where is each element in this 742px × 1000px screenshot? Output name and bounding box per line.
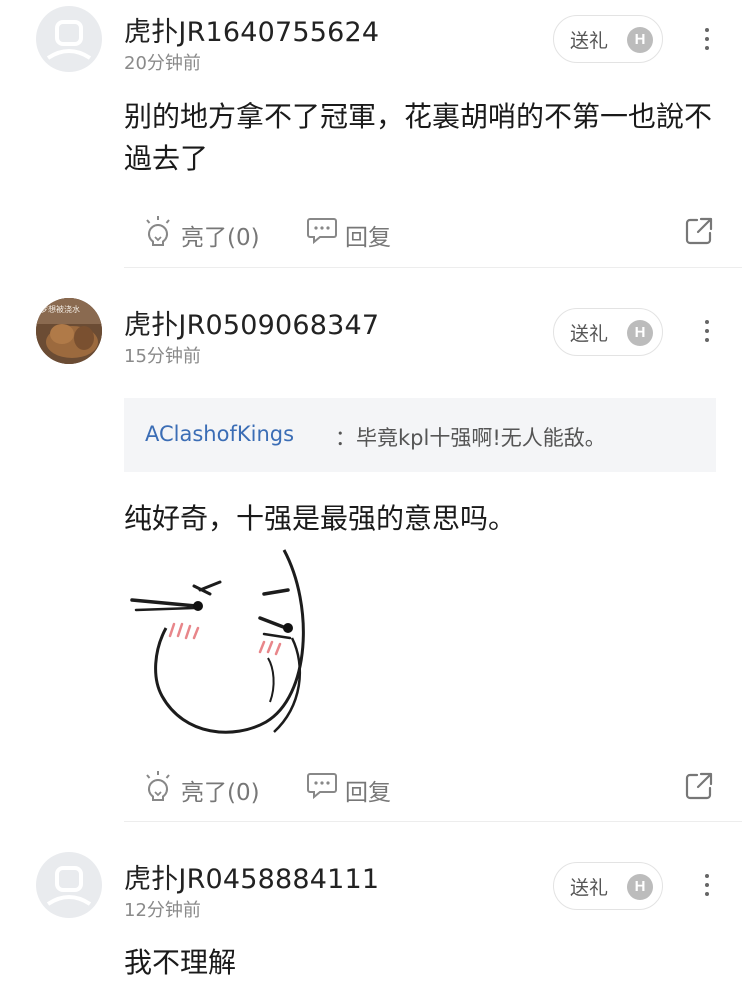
quoted-text: ：毕竟kpl十强啊!无人能敌。 xyxy=(335,426,606,450)
like-button[interactable]: 亮了(0) xyxy=(142,767,272,807)
divider xyxy=(124,821,742,822)
more-options-button[interactable] xyxy=(696,868,718,902)
gift-button[interactable]: 送礼 H xyxy=(553,862,663,910)
share-icon xyxy=(685,772,713,800)
comment-text: 我不理解 xyxy=(124,946,237,979)
comment-item: 虎扑JR1640755624 20分钟前 送礼 H 别的地方拿不了冠軍，花裏胡哨… xyxy=(0,0,742,268)
username[interactable]: 虎扑JR0509068347 xyxy=(124,303,379,342)
gift-label: 送礼 xyxy=(570,30,609,52)
more-options-button[interactable] xyxy=(696,314,718,348)
share-icon xyxy=(685,217,713,245)
gift-label: 送礼 xyxy=(570,323,609,345)
share-button[interactable] xyxy=(683,770,715,802)
username[interactable]: 虎扑JR0458884111 xyxy=(124,857,379,896)
hupu-coin-icon: H xyxy=(627,27,653,53)
more-options-button[interactable] xyxy=(696,22,718,56)
reply-label: 回复 xyxy=(345,780,391,806)
hupu-coin-icon: H xyxy=(627,874,653,900)
hupu-coin-icon: H xyxy=(627,320,653,346)
avatar-image: 梦想被浇水 xyxy=(36,298,102,364)
comment-text: 别的地方拿不了冠軍，花裏胡哨的不第一也說不過去了 xyxy=(124,100,713,175)
lightbulb-icon xyxy=(146,216,170,246)
like-label: 亮了(0) xyxy=(181,225,260,251)
quoted-author[interactable]: AClashofKings xyxy=(145,422,294,446)
sticker-image[interactable] xyxy=(124,546,320,742)
gift-label: 送礼 xyxy=(570,877,609,899)
username[interactable]: 虎扑JR1640755624 xyxy=(124,10,379,49)
like-label: 亮了(0) xyxy=(181,780,260,806)
avatar[interactable] xyxy=(36,852,102,918)
timestamp: 12分钟前 xyxy=(124,900,201,921)
reply-button[interactable]: 回复 xyxy=(306,767,406,807)
reply-bubble-icon xyxy=(307,773,337,800)
comment-text: 纯好奇，十强是最强的意思吗。 xyxy=(124,502,517,535)
reply-label: 回复 xyxy=(345,225,391,251)
timestamp: 20分钟前 xyxy=(124,53,201,74)
gift-button[interactable]: 送礼 H xyxy=(553,15,663,63)
default-avatar-icon xyxy=(46,20,92,60)
lightbulb-icon xyxy=(146,771,170,801)
default-avatar-icon xyxy=(46,866,92,906)
avatar[interactable]: 梦想被浇水 xyxy=(36,298,102,364)
avatar[interactable] xyxy=(36,6,102,72)
divider xyxy=(124,267,742,268)
share-button[interactable] xyxy=(683,215,715,247)
reply-bubble-icon xyxy=(307,218,337,245)
like-button[interactable]: 亮了(0) xyxy=(142,212,272,252)
timestamp: 15分钟前 xyxy=(124,346,201,367)
sticker-image xyxy=(130,549,305,734)
quoted-reply[interactable]: AClashofKings ：毕竟kpl十强啊!无人能敌。 xyxy=(124,398,716,472)
avatar-caption: 梦想被浇水 xyxy=(40,304,80,314)
reply-button[interactable]: 回复 xyxy=(306,212,406,252)
gift-button[interactable]: 送礼 H xyxy=(553,308,663,356)
